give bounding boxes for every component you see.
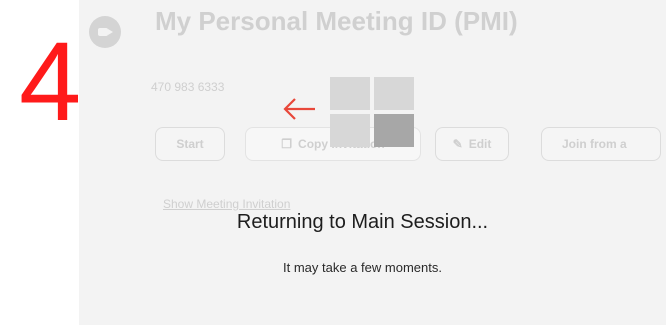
edit-label: Edit bbox=[468, 137, 492, 151]
meeting-page-background: My Personal Meeting ID (PMI) 470 983 633… bbox=[79, 0, 666, 325]
breakout-rooms-icon bbox=[330, 77, 414, 147]
main-room-tile bbox=[374, 114, 414, 147]
show-meeting-invitation-link[interactable]: Show Meeting Invitation bbox=[163, 197, 290, 211]
returning-message: Returning to Main Session... bbox=[236, 211, 489, 233]
zoom-window: My Personal Meeting ID (PMI) 470 983 633… bbox=[79, 0, 666, 325]
video-camera-glyph bbox=[98, 28, 113, 36]
arrow-left-icon bbox=[283, 98, 315, 120]
room-tile bbox=[330, 114, 370, 147]
pmi-title: My Personal Meeting ID (PMI) bbox=[155, 6, 518, 36]
step-number-label: 4 bbox=[19, 19, 82, 144]
room-tile bbox=[330, 77, 370, 110]
copy-icon: ❐ bbox=[281, 137, 293, 151]
join-from-room-button[interactable]: Join from a bbox=[541, 127, 661, 161]
pmi-number: 470 983 6333 bbox=[151, 80, 225, 94]
wait-message: It may take a few moments. bbox=[283, 260, 442, 275]
room-tile bbox=[374, 77, 414, 110]
start-button[interactable]: Start bbox=[155, 127, 225, 161]
pencil-icon: ✎ bbox=[452, 137, 463, 151]
edit-button[interactable]: ✎ Edit bbox=[435, 127, 509, 161]
